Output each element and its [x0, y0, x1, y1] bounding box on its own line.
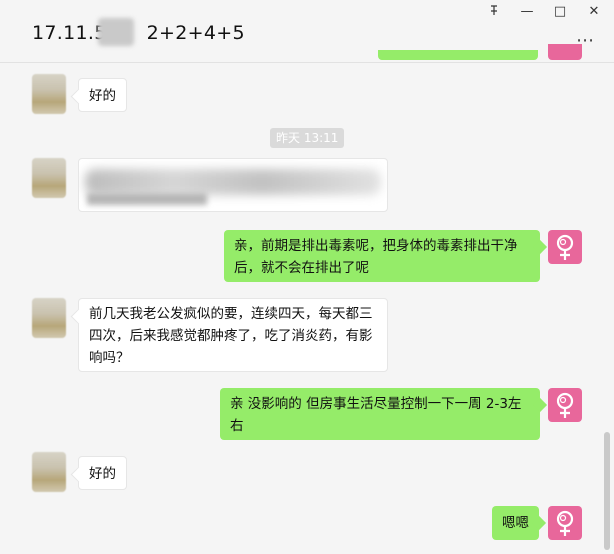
contact-avatar[interactable] — [32, 298, 66, 338]
message-text: 前几天我老公发疯似的要，连续四天，每天都三四次，后来我感觉都肿疼了，吃了消炎药，… — [89, 306, 373, 366]
message-text: 亲，前期是排出毒素呢，把身体的毒素排出干净后，就不会在排出了呢 — [234, 238, 518, 276]
message-text: 亲 没影响的 但房事生活尽量控制一下一周 2-3左右 — [230, 396, 522, 434]
close-button[interactable]: ✕ — [582, 4, 606, 19]
maximize-button[interactable]: □ — [548, 4, 572, 19]
contact-avatar[interactable] — [32, 452, 66, 492]
redaction-blur — [87, 193, 207, 205]
pin-icon[interactable] — [482, 4, 506, 20]
message-bubble-outgoing: 嗯嗯 — [492, 506, 539, 540]
self-avatar[interactable] — [548, 230, 582, 264]
scrollbar-thumb[interactable] — [604, 432, 610, 550]
message-bubble-outgoing: 亲，前期是排出毒素呢，把身体的毒素排出干净后，就不会在排出了呢 — [224, 230, 540, 282]
chat-title-prefix: 17.11.5 — [32, 22, 107, 44]
chat-title: 17.11.5 2+2+4+5 — [32, 22, 245, 44]
self-avatar-partial — [548, 44, 582, 60]
female-symbol-icon — [556, 234, 574, 260]
message-bubble-incoming: 好的 — [78, 456, 127, 490]
self-avatar[interactable] — [548, 388, 582, 422]
redaction-blur — [85, 169, 381, 195]
message-bubble-incoming: 好的 — [78, 78, 127, 112]
female-symbol-icon — [556, 392, 574, 418]
message-bubble-outgoing: 亲 没影响的 但房事生活尽量控制一下一周 2-3左右 — [220, 388, 540, 440]
message-text: 好的 — [89, 88, 116, 104]
message-timestamp: 昨天 13:11 — [270, 128, 345, 148]
contact-avatar[interactable] — [32, 158, 66, 198]
contact-avatar[interactable] — [32, 74, 66, 114]
chat-title-suffix: 2+2+4+5 — [146, 22, 245, 44]
message-text: 好的 — [89, 466, 116, 482]
minimize-button[interactable]: — — [515, 4, 539, 19]
message-text: 嗯嗯 — [502, 515, 529, 531]
previous-message-bubble-partial — [378, 50, 538, 60]
message-bubble-incoming-redacted — [78, 158, 388, 212]
message-bubble-incoming: 前几天我老公发疯似的要，连续四天，每天都三四次，后来我感觉都肿疼了，吃了消炎药，… — [78, 298, 388, 372]
female-symbol-icon — [556, 510, 574, 536]
self-avatar[interactable] — [548, 506, 582, 540]
redacted-title-blur — [98, 18, 134, 46]
